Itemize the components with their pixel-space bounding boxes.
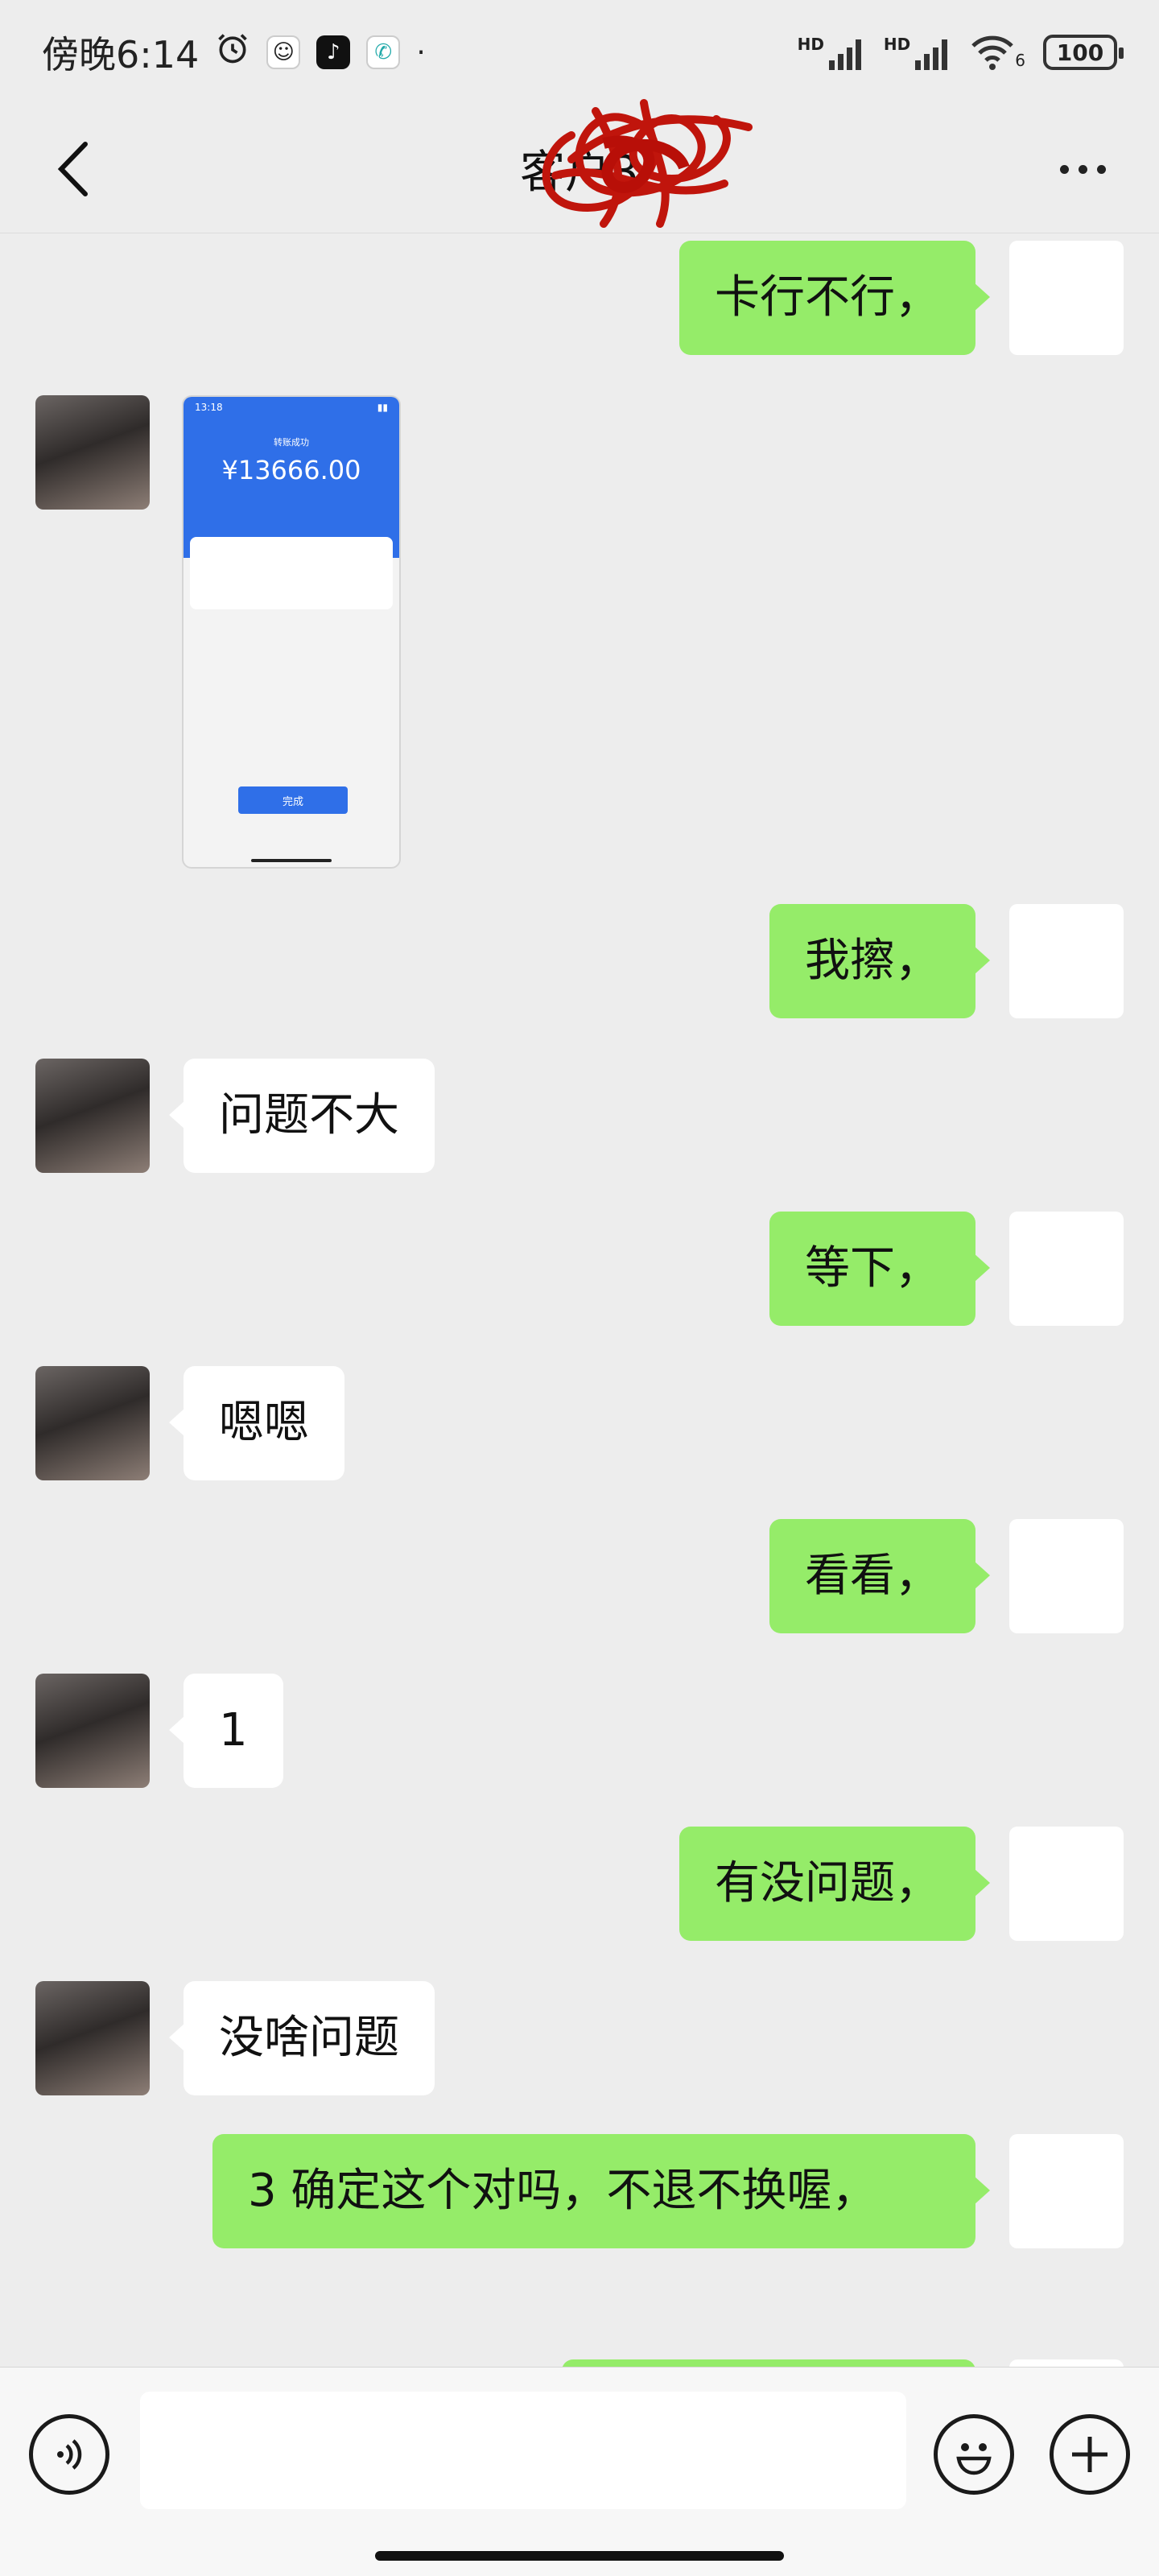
- image-label: 转账成功: [274, 437, 309, 448]
- message-bubble[interactable]: 问题不大: [169, 1059, 435, 1173]
- status-left: 傍晚6:14 ☺ ♪ ✆ ·: [42, 26, 426, 79]
- more-dot-icon: [1059, 164, 1069, 174]
- alarm-icon: [215, 31, 250, 75]
- more-options-button[interactable]: [1046, 137, 1119, 201]
- self-avatar[interactable]: [1009, 904, 1124, 1018]
- battery-icon: 100: [1043, 35, 1124, 70]
- plus-icon: [1072, 2437, 1107, 2472]
- voice-input-button[interactable]: [29, 2414, 109, 2495]
- more-dot-icon: [1096, 164, 1106, 174]
- network-label-2: HD: [883, 35, 911, 54]
- back-button[interactable]: [40, 137, 105, 201]
- wifi-sub-label: 6: [1015, 51, 1025, 70]
- wifi-icon: 6: [970, 35, 1025, 70]
- emoji-button[interactable]: [934, 2414, 1014, 2495]
- back-arrow-icon: [57, 142, 88, 196]
- signal-icon: HD: [798, 35, 866, 70]
- dot-icon: ·: [416, 35, 426, 69]
- signal-icon-2: HD: [884, 35, 952, 70]
- message-list[interactable]: 卡行不行， 13:18 ▮▮ 转账成功 ¥13666.00 完成 我擦， 问题不…: [0, 234, 1159, 2367]
- redaction-scribble: [542, 99, 753, 228]
- image-amount: ¥13666.00: [221, 455, 361, 485]
- more-functions-button[interactable]: [1050, 2414, 1130, 2495]
- input-bar: [0, 2367, 1159, 2576]
- more-dot-icon: [1078, 164, 1087, 174]
- image-status-icons: ▮▮: [377, 402, 388, 413]
- battery-level: 100: [1056, 39, 1104, 66]
- self-avatar[interactable]: [1009, 2359, 1124, 2367]
- self-avatar[interactable]: [1009, 1827, 1124, 1941]
- image-message[interactable]: 13:18 ▮▮ 转账成功 ¥13666.00 完成: [182, 395, 401, 869]
- contact-avatar[interactable]: [35, 1366, 150, 1480]
- self-avatar[interactable]: [1009, 241, 1124, 355]
- emoji-icon: [956, 2443, 992, 2475]
- app-notification-icon: ☺: [266, 35, 301, 69]
- message-bubble[interactable]: 我擦，: [769, 904, 990, 1018]
- message-bubble[interactable]: 3 确定这个对吗，不退不换喔，: [212, 2134, 990, 2248]
- tiktok-icon: ♪: [316, 35, 351, 69]
- message-bubble[interactable]: 看看，: [769, 1519, 990, 1633]
- message-bubble[interactable]: 1: [169, 1674, 283, 1788]
- image-home-indicator: [251, 859, 332, 862]
- message-input[interactable]: [140, 2392, 906, 2509]
- image-status-bar: 13:18 ▮▮: [184, 397, 399, 418]
- status-right: HD HD 6 100: [798, 35, 1124, 70]
- message-bubble[interactable]: 有没问题，: [679, 1827, 990, 1941]
- status-time: 傍晚6:14: [42, 33, 200, 76]
- network-label: HD: [797, 35, 824, 54]
- self-avatar[interactable]: [1009, 2134, 1124, 2248]
- home-indicator[interactable]: [375, 2551, 784, 2561]
- message-bubble[interactable]: 等下，: [769, 1212, 990, 1326]
- phone-app-icon: ✆: [366, 35, 401, 69]
- self-avatar[interactable]: [1009, 1519, 1124, 1633]
- self-avatar[interactable]: [1009, 1212, 1124, 1326]
- image-card: [190, 537, 393, 609]
- voice-icon: [57, 2439, 82, 2470]
- contact-avatar[interactable]: [35, 1981, 150, 2095]
- contact-avatar[interactable]: [35, 1059, 150, 1173]
- message-bubble[interactable]: 嗯嗯: [169, 1366, 344, 1480]
- image-top: 13:18 ▮▮ 转账成功 ¥13666.00: [184, 397, 399, 558]
- message-bubble-partial[interactable]: [562, 2359, 975, 2367]
- image-status-time: 13:18: [195, 402, 223, 413]
- contact-avatar[interactable]: [35, 395, 150, 510]
- image-done-button: 完成: [238, 786, 348, 814]
- contact-avatar[interactable]: [35, 1674, 150, 1788]
- message-bubble[interactable]: 卡行不行，: [679, 241, 990, 355]
- message-bubble[interactable]: 没啥问题: [169, 1981, 435, 2095]
